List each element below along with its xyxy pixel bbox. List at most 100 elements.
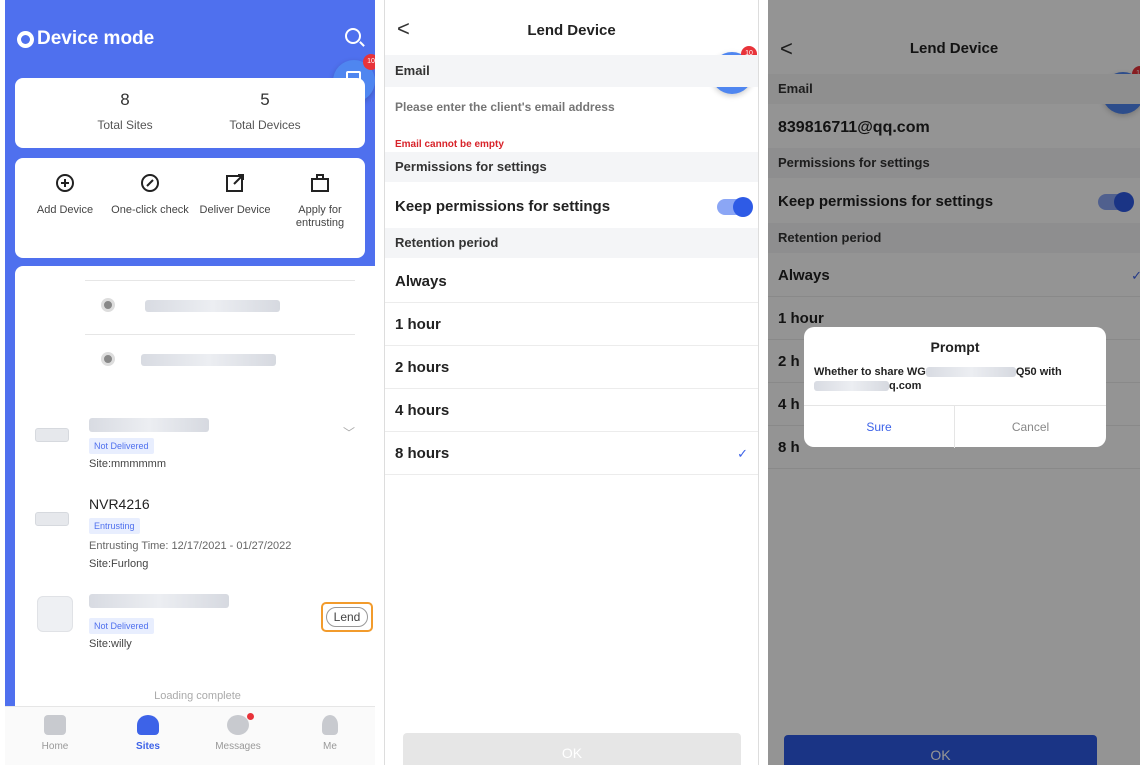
dialog-email-domain: q.com [889, 380, 922, 392]
lend-button[interactable]: Lend [326, 607, 368, 627]
redacted-device-name [89, 594, 229, 608]
lend-highlight: Lend [321, 602, 373, 632]
home-icon [44, 715, 66, 735]
stat-label: Total Sites [97, 118, 153, 132]
stat-label: Total Devices [229, 118, 301, 132]
unread-dot [247, 713, 254, 720]
retention-option-2-hours[interactable]: 2 hours [385, 346, 758, 389]
stat-value: 8 [120, 90, 130, 109]
tab-sites[interactable]: Sites [113, 715, 183, 752]
device-item[interactable]: Not Delivered Site:mmmmmm ﹀ [15, 406, 375, 476]
retention-option-always[interactable]: Always [385, 260, 758, 303]
dialog-message-start: Whether to share WG [814, 366, 926, 378]
stat-total-devices[interactable]: 5 Total Devices [195, 90, 335, 132]
add-device-icon [56, 174, 74, 192]
checkmark-icon: ✓ [737, 446, 748, 461]
device-item[interactable]: NVR4216 Entrusting Entrusting Time: 12/1… [15, 488, 375, 578]
channel-status-icon [101, 298, 115, 312]
email-input[interactable] [385, 92, 725, 122]
permissions-section-header: Permissions for settings [385, 152, 758, 182]
device-site: Site:Furlong [89, 558, 149, 570]
dialog-message-end: Q50 with [1015, 366, 1062, 378]
redacted-channel-name [145, 300, 280, 312]
status-badge: Entrusting [89, 518, 140, 534]
quick-action-label: One-click check [111, 204, 189, 216]
lend-device-screen: < Lend Device 10 Email Email cannot be e… [384, 0, 759, 765]
tab-messages[interactable]: Messages [203, 713, 273, 752]
tab-home[interactable]: Home [20, 715, 90, 752]
keep-permissions-toggle[interactable] [717, 197, 753, 217]
add-device-button[interactable]: Add Device [25, 172, 105, 217]
quick-action-label: Add Device [36, 204, 94, 216]
one-click-check-button[interactable]: One-click check [110, 172, 190, 217]
toggle-knob [733, 197, 753, 217]
chevron-down-icon[interactable]: ﹀ [343, 424, 355, 441]
ok-button[interactable]: OK [403, 733, 741, 765]
apply-entrusting-icon [311, 174, 329, 192]
profile-icon [322, 715, 338, 735]
retention-section-header: Retention period [385, 228, 758, 258]
nvr-device-icon [35, 512, 69, 526]
sites-screen: Device mode 10 8 Total Sites 5 Total Dev… [5, 0, 375, 765]
quick-action-label: Apply for entrusting [295, 204, 345, 229]
redacted-device-name [89, 418, 209, 432]
sites-icon [137, 715, 159, 735]
device-name: NVR4216 [89, 496, 150, 512]
option-label: 4 hours [395, 402, 450, 419]
notification-badge: 10 [363, 54, 375, 70]
deliver-device-icon [226, 174, 244, 192]
bottom-tab-bar: Home Sites Messages Me [5, 706, 375, 765]
redacted-device-serial [925, 367, 1016, 378]
nvr-device-icon [35, 428, 69, 442]
dialog-message: Whether to share WG Q50 with q.com [814, 365, 1090, 393]
redacted-channel-name [141, 354, 276, 366]
device-site: Site:mmmmmm [89, 458, 166, 470]
email-section-header: Email [385, 55, 758, 87]
keep-permissions-row: Keep permissions for settings [385, 185, 758, 229]
retention-option-4-hours[interactable]: 4 hours [385, 389, 758, 432]
nav-bar: < Lend Device [385, 0, 758, 55]
app-header: Device mode [5, 0, 375, 70]
dialog-actions: Sure Cancel [804, 405, 1106, 448]
tab-label: Sites [136, 741, 160, 752]
dialog-title: Prompt [930, 339, 980, 355]
divider [85, 334, 355, 335]
device-list: Not Delivered Site:mmmmmm ﹀ NVR4216 Entr… [15, 266, 375, 706]
stat-value: 5 [260, 90, 270, 109]
keep-permissions-label: Keep permissions for settings [395, 198, 611, 215]
retention-option-1-hour[interactable]: 1 hour [385, 303, 758, 346]
one-click-check-icon [141, 174, 159, 192]
search-icon[interactable] [345, 28, 361, 44]
option-label: Always [395, 273, 447, 290]
page-title: Device mode [17, 28, 154, 50]
status-badge: Not Delivered [89, 438, 154, 454]
prompt-dialog: Prompt Whether to share WG Q50 with q.com… [804, 327, 1106, 448]
lend-device-confirm-screen: < Lend Device 10 Email 839816711@qq.com … [768, 0, 1140, 765]
option-label: 2 hours [395, 359, 450, 376]
email-error-text: Email cannot be empty [395, 139, 504, 150]
tab-label: Messages [215, 741, 261, 752]
camera-device-icon [37, 596, 73, 632]
tab-label: Me [323, 741, 337, 752]
stat-total-sites[interactable]: 8 Total Sites [55, 90, 195, 132]
tab-me[interactable]: Me [295, 715, 365, 752]
channel-status-icon [101, 352, 115, 366]
deliver-device-button[interactable]: Deliver Device [195, 172, 275, 217]
cancel-button[interactable]: Cancel [955, 406, 1106, 448]
quick-actions-card: Add Device One-click check Deliver Devic… [15, 158, 365, 258]
retention-option-8-hours[interactable]: 8 hours ✓ [385, 432, 758, 475]
quick-action-label: Deliver Device [199, 204, 271, 216]
device-site: Site:willy [89, 638, 132, 650]
apply-entrusting-button[interactable]: Apply for entrusting [280, 172, 360, 230]
channel-item[interactable] [15, 346, 365, 376]
redacted-email [814, 381, 889, 392]
globe-icon [17, 30, 34, 48]
header-title-text: Device mode [37, 28, 155, 49]
divider [85, 280, 355, 281]
sure-button[interactable]: Sure [804, 406, 955, 448]
messages-icon [227, 715, 249, 735]
channel-item[interactable] [15, 294, 365, 324]
tab-label: Home [41, 741, 69, 752]
option-label: 8 hours [395, 445, 450, 462]
stats-card: 8 Total Sites 5 Total Devices [15, 78, 365, 148]
